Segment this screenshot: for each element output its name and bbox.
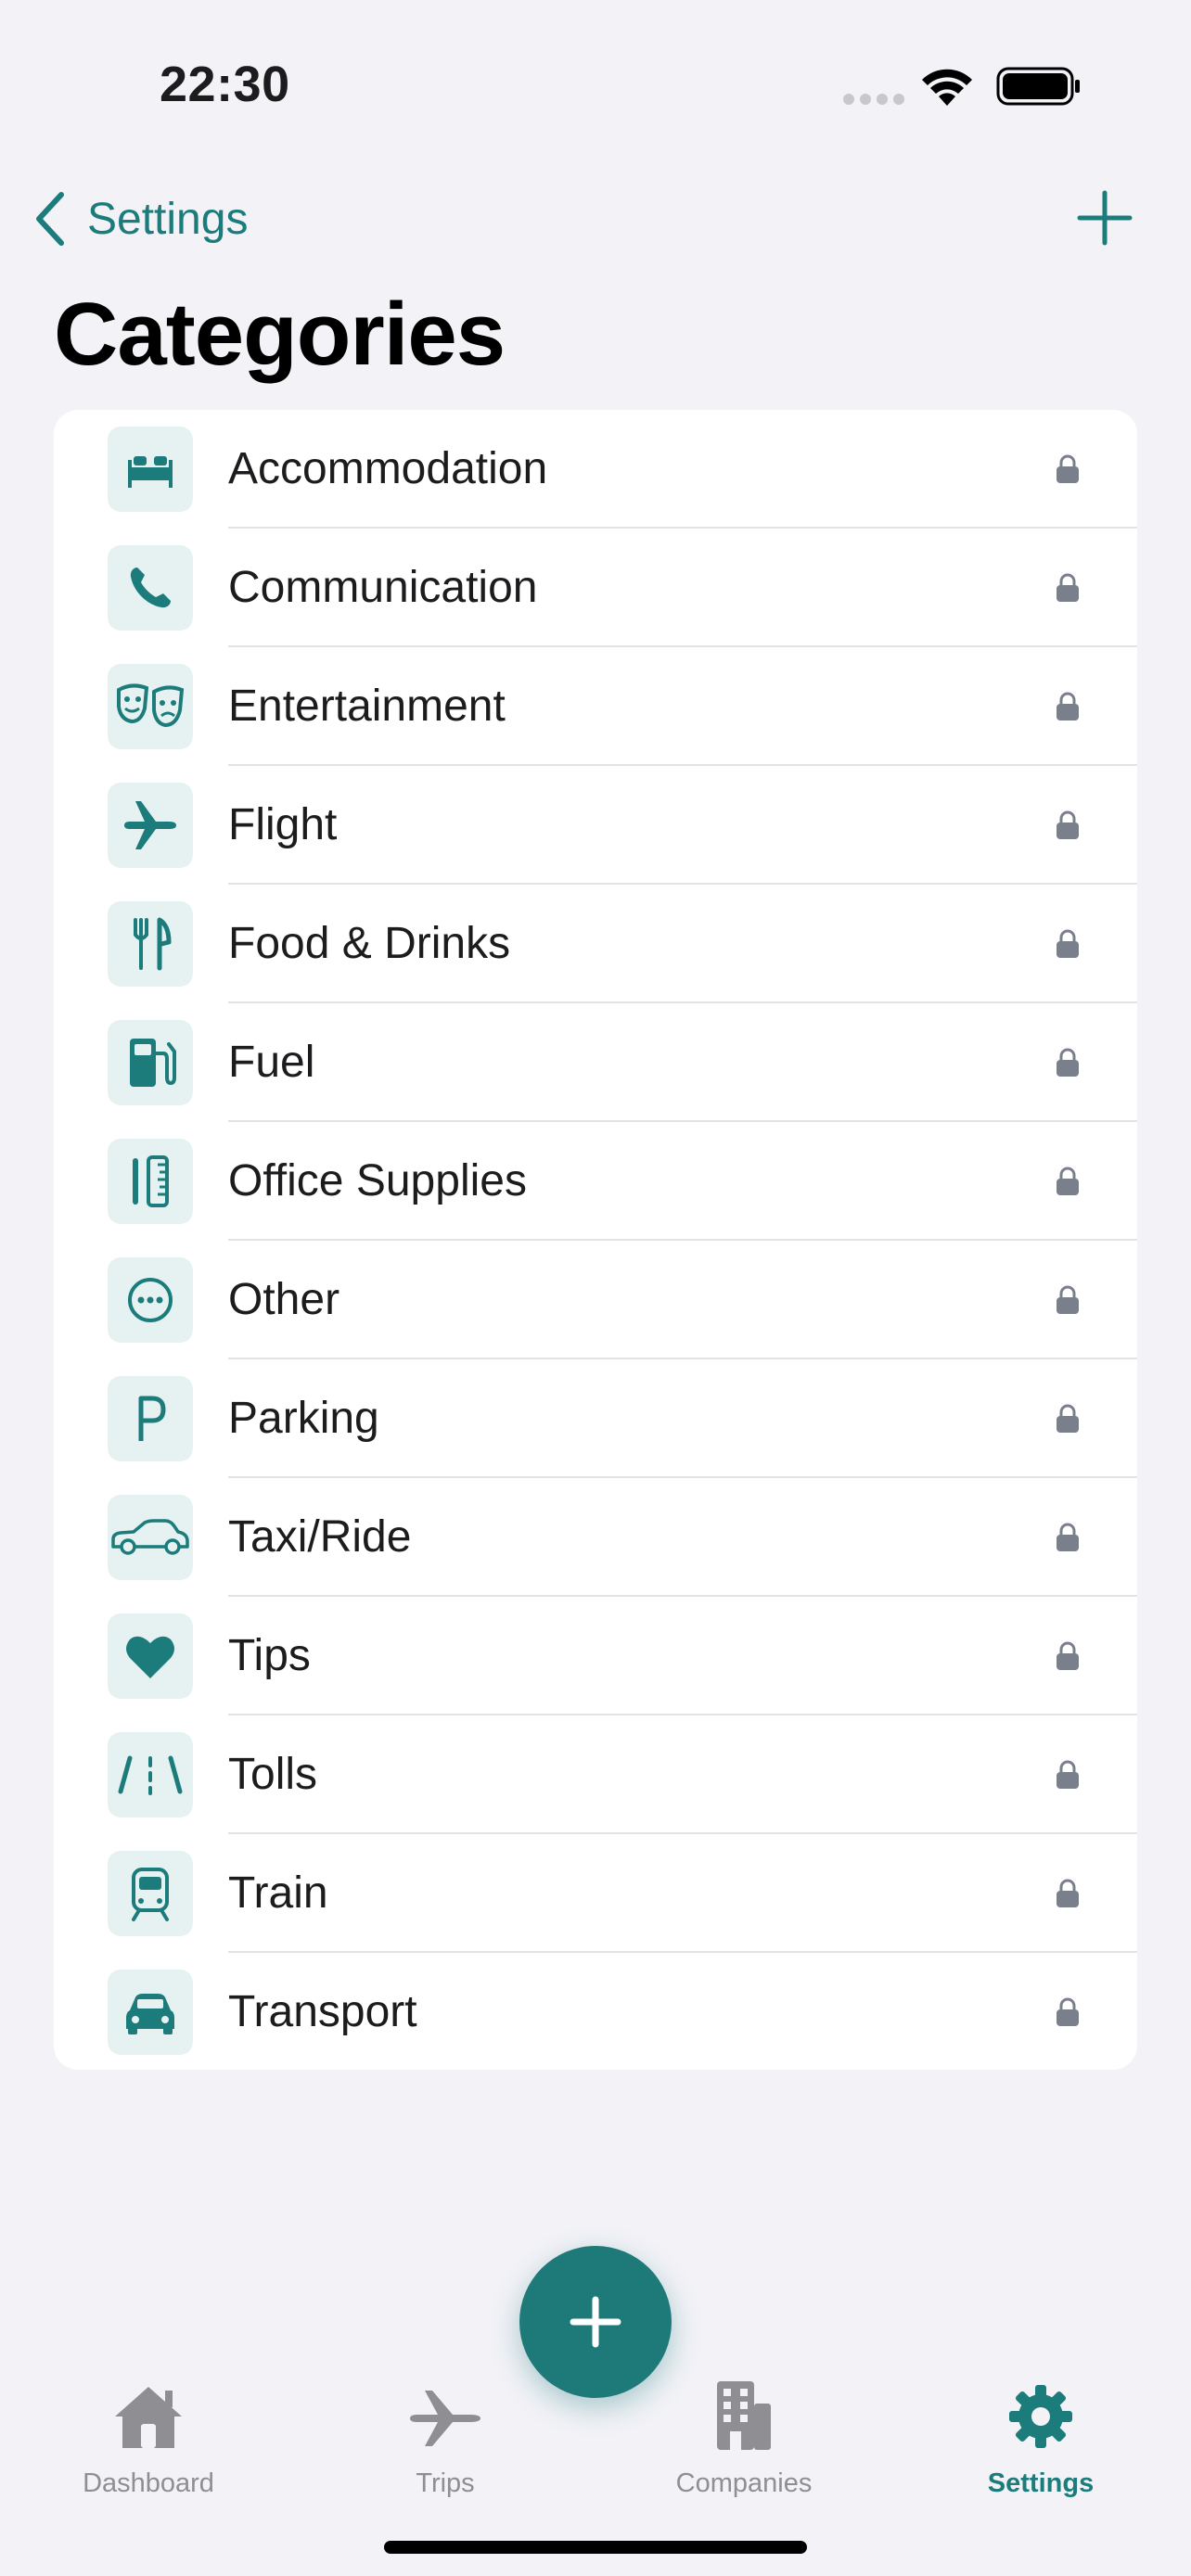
list-item[interactable]: Transport	[54, 1953, 1137, 2070]
chevron-left-icon	[36, 192, 64, 246]
category-label: Tips	[228, 1631, 311, 1680]
category-label: Taxi/Ride	[228, 1512, 412, 1562]
lock-icon	[1057, 454, 1079, 483]
tab-label: Trips	[416, 2468, 475, 2498]
plus-icon	[570, 2296, 621, 2348]
tab-companies[interactable]: Companies	[642, 2368, 846, 2499]
category-label: Communication	[228, 563, 538, 612]
lock-icon	[1057, 692, 1079, 721]
phone-icon	[108, 545, 193, 631]
categories-list: Accommodation Communication Entertainmen…	[54, 410, 1137, 2070]
heart-icon	[108, 1613, 193, 1699]
airplane-icon	[108, 783, 193, 868]
category-label: Transport	[228, 1987, 417, 2036]
list-item[interactable]: Communication	[54, 529, 1137, 647]
list-item[interactable]: Taxi/Ride	[54, 1478, 1137, 1597]
lock-icon	[1057, 1523, 1079, 1551]
lock-icon	[1057, 1760, 1079, 1789]
list-item[interactable]: Tolls	[54, 1715, 1137, 1834]
lock-icon	[1057, 1997, 1079, 2026]
list-item[interactable]: Food & Drinks	[54, 885, 1137, 1003]
list-item[interactable]: Other	[54, 1241, 1137, 1359]
lock-icon	[1057, 1167, 1079, 1195]
category-label: Fuel	[228, 1038, 315, 1087]
fork-knife-icon	[108, 901, 193, 987]
list-item[interactable]: Flight	[54, 766, 1137, 885]
car-front-icon	[108, 1970, 193, 2055]
airplane-icon	[410, 2391, 480, 2446]
category-label: Entertainment	[228, 682, 506, 731]
back-button-label: Settings	[87, 194, 249, 244]
category-label: Flight	[228, 800, 338, 849]
wifi-icon	[922, 69, 972, 106]
tab-trips[interactable]: Trips	[343, 2368, 547, 2499]
list-item[interactable]: Train	[54, 1834, 1137, 1953]
category-label: Food & Drinks	[228, 919, 511, 968]
parking-p-icon	[108, 1376, 193, 1461]
status-time: 22:30	[160, 57, 290, 112]
status-bar: 22:30	[0, 0, 1191, 176]
category-label: Parking	[228, 1394, 379, 1443]
lock-icon	[1057, 1879, 1079, 1907]
add-category-button[interactable]	[1072, 185, 1137, 250]
house-icon	[115, 2387, 182, 2448]
tab-label: Dashboard	[83, 2468, 214, 2498]
road-lanes-icon	[108, 1732, 193, 1817]
lock-icon	[1057, 1048, 1079, 1077]
category-label: Accommodation	[228, 444, 548, 493]
home-indicator	[384, 2541, 807, 2554]
lock-icon	[1057, 810, 1079, 839]
page-title: Categories	[54, 285, 506, 384]
gear-icon	[1009, 2385, 1072, 2448]
tab-label: Settings	[987, 2468, 1095, 2498]
category-label: Train	[228, 1868, 328, 1918]
tram-icon	[108, 1851, 193, 1936]
back-button[interactable]: Settings	[33, 182, 248, 256]
tab-settings[interactable]: Settings	[939, 2368, 1143, 2499]
list-item[interactable]: Office Supplies	[54, 1122, 1137, 1241]
add-expense-button[interactable]	[519, 2246, 672, 2398]
ellipsis-circle-icon	[108, 1257, 193, 1343]
battery-icon	[996, 67, 1080, 106]
category-label: Office Supplies	[228, 1156, 527, 1205]
list-item[interactable]: Tips	[54, 1597, 1137, 1715]
list-item[interactable]: Parking	[54, 1359, 1137, 1478]
lock-icon	[1057, 1404, 1079, 1433]
list-item[interactable]: Accommodation	[54, 410, 1137, 529]
lock-icon	[1057, 929, 1079, 958]
cellular-signal-icon	[843, 94, 904, 105]
car-side-icon	[108, 1495, 193, 1580]
list-item[interactable]: Fuel	[54, 1003, 1137, 1122]
bed-icon	[108, 427, 193, 512]
category-label: Other	[228, 1275, 340, 1324]
lock-icon	[1057, 1285, 1079, 1314]
pencil-ruler-icon	[108, 1139, 193, 1224]
building-icon	[717, 2381, 771, 2450]
tab-label: Companies	[675, 2468, 813, 2498]
lock-icon	[1057, 1641, 1079, 1670]
lock-icon	[1057, 573, 1079, 602]
fuel-pump-icon	[108, 1020, 193, 1105]
list-item[interactable]: Entertainment	[54, 647, 1137, 766]
category-label: Tolls	[228, 1750, 318, 1799]
tab-dashboard[interactable]: Dashboard	[46, 2368, 250, 2499]
theater-masks-icon	[108, 664, 193, 749]
